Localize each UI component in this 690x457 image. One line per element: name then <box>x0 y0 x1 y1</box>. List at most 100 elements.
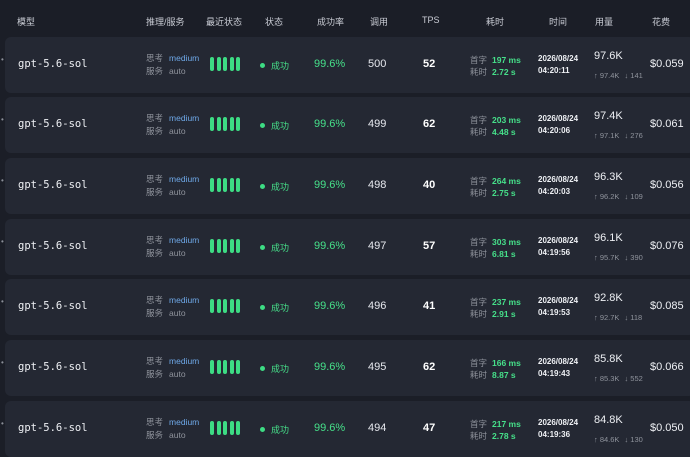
call-count: 498 <box>368 179 387 191</box>
tps-value: 62 <box>423 361 436 373</box>
request-cost: $0.050 <box>650 422 684 434</box>
success-rate: 99.6% <box>314 422 346 434</box>
status-bar <box>216 360 221 374</box>
table-header: 模型 推理/服务 最近状态 状态 成功率 调用 TPS 耗时 时间 用量 花费 <box>0 0 690 38</box>
row-marker: • <box>1 55 4 64</box>
status-badge: 成功 <box>260 362 289 375</box>
status-text: 成功 <box>271 182 290 192</box>
elapsed-label: 耗时 <box>470 127 488 137</box>
service-tier: 服务 auto <box>146 307 186 319</box>
model-name: gpt-5.6-sol <box>18 422 88 434</box>
request-time: 04:19:43 <box>538 369 571 378</box>
table-row[interactable]: • gpt-5.6-sol 思考 medium 服务 auto 成功 99.6% 498 40 首字… <box>1 158 690 214</box>
token-breakdown: ↑ 97.1K ↓ 276 <box>594 131 643 140</box>
tps-value: 57 <box>423 240 436 252</box>
output-tokens: ↓ 552 <box>624 374 643 383</box>
total-latency: 耗时 4.48 s <box>470 126 516 138</box>
service-tier: 服务 auto <box>146 368 186 380</box>
column-header-recent-status[interactable]: 最近状态 <box>206 15 242 28</box>
service-tier: 服务 auto <box>146 186 186 198</box>
think-label: 思考 <box>146 417 164 427</box>
call-count: 496 <box>368 300 387 312</box>
status-bar <box>210 178 214 192</box>
request-date: 2026/08/24 <box>538 114 579 123</box>
elapsed-label: 耗时 <box>470 249 488 259</box>
status-bar <box>216 239 221 253</box>
elapsed-value: 2.91 s <box>492 309 516 319</box>
status-bar <box>236 57 240 71</box>
status-bar <box>210 239 214 253</box>
output-tokens: ↓ 118 <box>624 313 643 322</box>
status-bar <box>229 360 234 374</box>
table-row[interactable]: • gpt-5.6-sol 思考 medium 服务 auto 成功 99.6% 496 41 首字… <box>1 279 690 335</box>
status-bar <box>223 360 227 374</box>
status-bar <box>236 360 240 374</box>
column-header-time[interactable]: 时间 <box>549 15 567 28</box>
first-token-value: 303 ms <box>492 237 521 247</box>
token-usage: 85.8K <box>594 353 623 365</box>
column-header-cost[interactable]: 花费 <box>652 15 670 28</box>
column-header-usage[interactable]: 用量 <box>595 15 613 28</box>
request-date: 2026/08/24 <box>538 296 579 305</box>
success-rate: 99.6% <box>314 179 346 191</box>
status-dot-icon <box>260 123 265 129</box>
reasoning-effort: 思考 medium <box>146 234 199 246</box>
tps-value: 47 <box>423 422 436 434</box>
request-cost: $0.056 <box>650 179 684 191</box>
request-cost: $0.061 <box>650 118 684 130</box>
column-header-success-rate[interactable]: 成功率 <box>317 15 344 28</box>
service-label: 服务 <box>146 369 164 379</box>
first-token-latency: 首字 197 ms <box>470 54 521 66</box>
table-row[interactable]: • gpt-5.6-sol 思考 medium 服务 auto 成功 99.6% 499 62 首字… <box>1 97 690 153</box>
table-row[interactable]: • gpt-5.6-sol 思考 medium 服务 auto 成功 99.6% 495 62 首字… <box>1 340 690 396</box>
table-row[interactable]: • gpt-5.6-sol 思考 medium 服务 auto 成功 99.6% 497 57 首字… <box>1 219 690 275</box>
think-value: medium <box>169 235 200 245</box>
status-bar <box>223 421 227 435</box>
status-bar <box>236 178 240 192</box>
request-date: 2026/08/24 <box>538 236 579 245</box>
input-tokens: ↑ 84.6K <box>594 435 620 444</box>
reasoning-effort: 思考 medium <box>146 294 199 306</box>
column-header-reasoning[interactable]: 推理/服务 <box>146 15 185 28</box>
status-bar <box>216 299 221 313</box>
think-value: medium <box>169 113 200 123</box>
status-dot-icon <box>260 366 265 372</box>
success-rate: 99.6% <box>314 118 346 130</box>
status-bar <box>210 360 214 374</box>
token-breakdown: ↑ 85.3K ↓ 552 <box>594 374 643 383</box>
first-token-label: 首字 <box>470 358 488 368</box>
request-time: 04:20:11 <box>538 66 570 75</box>
status-badge: 成功 <box>260 180 289 193</box>
service-tier: 服务 auto <box>146 125 186 137</box>
call-count: 497 <box>368 240 387 252</box>
column-header-tps[interactable]: TPS <box>422 15 440 25</box>
status-bar <box>210 299 214 313</box>
think-value: medium <box>169 53 200 63</box>
elapsed-value: 2.78 s <box>492 431 516 441</box>
row-marker: • <box>1 115 4 124</box>
request-cost: $0.085 <box>650 300 684 312</box>
success-rate: 99.6% <box>314 58 346 70</box>
service-label: 服务 <box>146 430 164 440</box>
status-bar <box>223 57 227 71</box>
status-bar <box>236 421 240 435</box>
row-marker: • <box>1 358 4 367</box>
reasoning-effort: 思考 medium <box>146 112 199 124</box>
column-header-status[interactable]: 状态 <box>265 15 283 28</box>
think-value: medium <box>169 356 200 366</box>
table-row[interactable]: • gpt-5.6-sol 思考 medium 服务 auto 成功 99.6% 500 52 首字… <box>1 37 690 93</box>
column-header-latency[interactable]: 耗时 <box>486 15 504 28</box>
recent-status-bars <box>210 299 243 315</box>
table-row[interactable]: • gpt-5.6-sol 思考 medium 服务 auto 成功 99.6% 494 47 首字… <box>1 401 690 457</box>
column-header-model[interactable]: 模型 <box>17 15 35 28</box>
first-token-value: 237 ms <box>492 297 521 307</box>
recent-status-bars <box>210 117 243 133</box>
total-latency: 耗时 8.87 s <box>470 369 516 381</box>
total-latency: 耗时 2.72 s <box>470 66 516 78</box>
column-header-calls[interactable]: 调用 <box>370 15 388 28</box>
think-label: 思考 <box>146 295 164 305</box>
recent-status-bars <box>210 360 243 376</box>
token-breakdown: ↑ 95.7K ↓ 390 <box>594 253 643 262</box>
service-value: auto <box>169 126 186 136</box>
token-usage: 96.3K <box>594 171 623 183</box>
